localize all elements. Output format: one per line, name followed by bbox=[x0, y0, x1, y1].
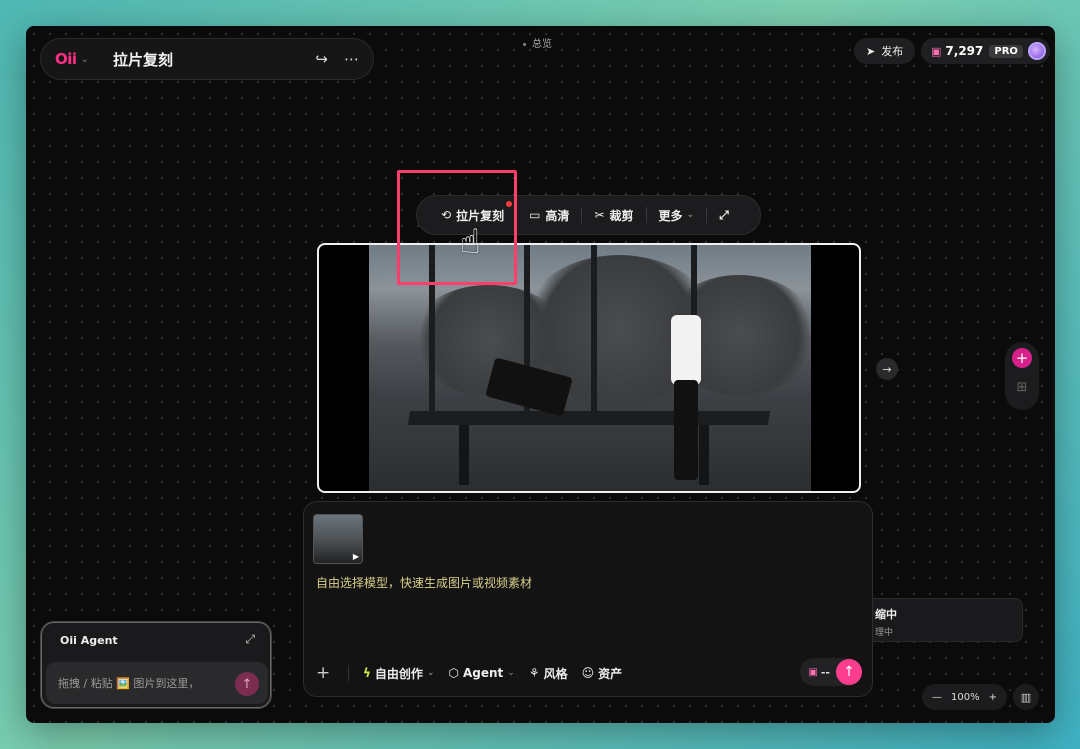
play-icon: ▶ bbox=[352, 552, 359, 561]
prompt-input[interactable]: 自由选择模型，快速生成图片或视频素材 bbox=[316, 574, 532, 591]
window-mullion bbox=[591, 245, 597, 415]
chevron-down-icon: ⌄ bbox=[507, 668, 515, 678]
publish-label: 发布 bbox=[881, 45, 904, 58]
next-arrow-button[interactable]: → bbox=[876, 358, 898, 380]
share-icon[interactable]: ↪ bbox=[315, 50, 328, 68]
chevron-down-icon: ⌄ bbox=[426, 668, 435, 678]
zoom-out-button[interactable]: — bbox=[932, 692, 942, 703]
hd-button[interactable]: ▭ 高清 bbox=[517, 207, 581, 224]
more-icon[interactable]: ⋯ bbox=[344, 50, 359, 68]
agent-send-button[interactable]: ↑ bbox=[235, 672, 259, 696]
assets-label: 资产 bbox=[598, 666, 623, 681]
more-menu-button[interactable]: 更多 ⌄ bbox=[647, 207, 707, 224]
mode-selector[interactable]: ϟ 自由创作 ⌄ bbox=[363, 665, 434, 682]
avatar[interactable] bbox=[1027, 42, 1046, 60]
map-icon: ▥ bbox=[1020, 690, 1032, 704]
expand-icon[interactable]: ⤢ bbox=[245, 632, 255, 647]
remix-button[interactable]: ⟲ 拉片复刻 bbox=[429, 200, 516, 224]
publish-button[interactable]: ➤ 发布 bbox=[854, 38, 916, 64]
crop-button[interactable]: ✂ 裁剪 bbox=[582, 207, 645, 224]
prompt-composer: ▶ 自由选择模型，快速生成图片或视频素材 + ϟ 自由创作 ⌄ ⬡ Agent … bbox=[303, 501, 873, 697]
lightning-icon: ϟ bbox=[363, 666, 371, 680]
cube-icon: ⬡ bbox=[448, 666, 459, 680]
cost-value: -- bbox=[820, 665, 830, 679]
side-task-card[interactable]: 缩中 理中 bbox=[858, 598, 1023, 642]
composer-toolbar: + ϟ 自由创作 ⌄ ⬡ Agent ⌄ ⚘ 风格 ☺ 资产 bbox=[316, 660, 860, 686]
pro-badge: PRO bbox=[989, 44, 1023, 58]
right-rail: + ⊞ bbox=[1005, 342, 1039, 410]
credits-pill[interactable]: ▣ 7,297 PRO bbox=[921, 38, 1050, 64]
zoom-in-button[interactable]: + bbox=[989, 692, 997, 703]
send-icon: ➤ bbox=[866, 44, 876, 58]
conference-table bbox=[407, 411, 771, 425]
agent-panel: Oii Agent ⤢ ↑ bbox=[40, 621, 272, 709]
chevron-down-icon: ⌄ bbox=[686, 210, 695, 220]
overview-label[interactable]: 总览 bbox=[523, 35, 552, 50]
credit-coin-icon: ▣ bbox=[808, 666, 818, 678]
standing-man-legs bbox=[674, 380, 698, 480]
assets-button[interactable]: ☺ 资产 bbox=[582, 665, 623, 682]
expand-icon: ⤢ bbox=[719, 207, 729, 222]
more-label: 更多 bbox=[658, 208, 683, 223]
minimap-button[interactable]: ▥ bbox=[1013, 684, 1039, 710]
pointer-hand-icon: ☝ bbox=[460, 222, 481, 262]
overview-dot-icon bbox=[523, 42, 526, 46]
style-label: 风格 bbox=[543, 666, 568, 681]
add-node-button[interactable]: + bbox=[1012, 348, 1032, 368]
agent-label: Agent bbox=[462, 666, 504, 680]
side-card-subtitle: 理中 bbox=[875, 628, 894, 638]
app-logo[interactable]: Oii bbox=[55, 50, 77, 68]
overview-text: 总览 bbox=[532, 39, 552, 50]
agent-selector[interactable]: ⬡ Agent ⌄ bbox=[448, 666, 514, 680]
style-icon: ⚘ bbox=[528, 666, 540, 680]
cost-indicator: ▣ -- ↑ bbox=[800, 658, 862, 686]
assets-icon: ☺ bbox=[581, 666, 595, 680]
mode-label: 自由创作 bbox=[374, 666, 423, 681]
logo-chevron-down-icon[interactable]: ⌄ bbox=[81, 54, 89, 65]
office-scene-image bbox=[369, 245, 819, 491]
notification-dot bbox=[506, 200, 513, 207]
zoom-level: 100% bbox=[951, 691, 980, 703]
window-mullion bbox=[429, 245, 435, 415]
table-leg bbox=[699, 425, 709, 485]
send-button[interactable]: ↑ bbox=[836, 659, 862, 685]
crop-label: 裁剪 bbox=[609, 208, 634, 223]
remix-icon: ⟲ bbox=[441, 208, 452, 222]
fullscreen-button[interactable]: ⤢ bbox=[707, 208, 741, 223]
remix-label: 拉片复刻 bbox=[456, 208, 505, 223]
agent-panel-title: Oii Agent bbox=[60, 634, 118, 647]
scissors-icon: ✂ bbox=[594, 208, 605, 222]
hd-label: 高清 bbox=[545, 208, 570, 223]
side-card-title: 缩中 bbox=[875, 608, 897, 621]
composer-divider bbox=[348, 665, 349, 681]
hd-icon: ▭ bbox=[529, 208, 541, 222]
credits-count: 7,297 bbox=[945, 44, 984, 58]
page-title[interactable]: 拉片复刻 bbox=[113, 49, 299, 70]
reference-thumbnail[interactable]: ▶ bbox=[313, 514, 363, 564]
style-button[interactable]: ⚘ 风格 bbox=[529, 665, 568, 682]
selected-image-frame[interactable] bbox=[317, 243, 861, 493]
grid-icon[interactable]: ⊞ bbox=[1017, 380, 1028, 395]
table-leg bbox=[459, 425, 469, 485]
credit-coin-icon: ▣ bbox=[931, 44, 942, 58]
app-window: Oii ⌄ 拉片复刻 ↪ ⋯ 总览 ➤ 发布 ▣ 7,297 PRO ⟲ 拉片复… bbox=[26, 26, 1055, 723]
title-bar: Oii ⌄ 拉片复刻 ↪ ⋯ bbox=[40, 38, 374, 80]
standing-man bbox=[671, 315, 701, 385]
zoom-control: — 100% + bbox=[922, 684, 1007, 710]
add-attachment-button[interactable]: + bbox=[316, 663, 334, 683]
